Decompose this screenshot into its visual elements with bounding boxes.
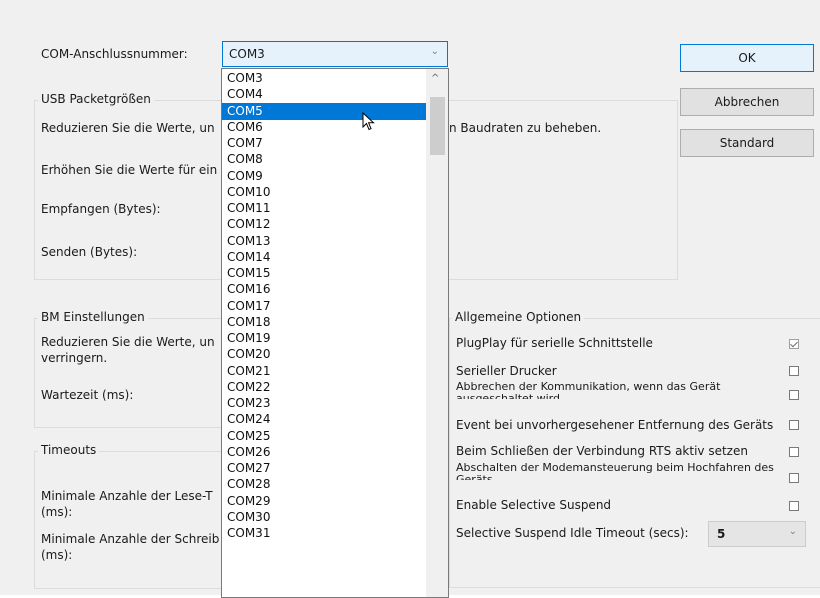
option-surprise-removal-label: Event bei unvorhergesehener Entfernung d… xyxy=(456,418,774,432)
mouse-pointer-icon xyxy=(362,112,375,131)
option-disable-modem-checkbox[interactable] xyxy=(789,473,799,483)
option-rts-on-close-checkbox[interactable] xyxy=(789,447,799,457)
write-timeout-label-2: (ms): xyxy=(41,548,73,562)
dropdown-scrollbar[interactable]: ^ xyxy=(426,69,448,597)
send-label: Senden (Bytes): xyxy=(41,245,138,259)
ok-button[interactable]: OK xyxy=(680,44,814,72)
com-port-option[interactable]: COM24 xyxy=(222,411,426,428)
option-rts-on-close-label: Beim Schließen der Verbindung RTS aktiv … xyxy=(456,444,748,458)
read-timeout-label-2: (ms): xyxy=(41,505,73,519)
com-port-option[interactable]: COM31 xyxy=(222,525,426,542)
com-port-combobox[interactable]: COM3 ⌄ xyxy=(222,41,448,67)
com-port-option[interactable]: COM27 xyxy=(222,460,426,477)
defaults-button[interactable]: Standard xyxy=(680,129,814,157)
com-port-option[interactable]: COM11 xyxy=(222,200,426,217)
com-port-option[interactable]: COM19 xyxy=(222,330,426,347)
option-plugplay-checkbox[interactable] xyxy=(789,339,799,349)
timeouts-group xyxy=(34,451,224,589)
com-port-option[interactable]: COM15 xyxy=(222,265,426,282)
scroll-up-icon[interactable]: ^ xyxy=(431,73,439,84)
option-disable-modem-label: Abschalten der Modemansteuerung beim Hoc… xyxy=(456,462,774,480)
option-selective-suspend-label: Enable Selective Suspend xyxy=(456,498,612,512)
receive-label: Empfangen (Bytes): xyxy=(41,202,161,216)
com-port-option[interactable]: COM3 xyxy=(222,70,426,87)
idle-timeout-label: Selective Suspend Idle Timeout (secs): xyxy=(456,526,689,540)
com-port-option[interactable]: COM22 xyxy=(222,379,426,396)
option-surprise-removal-checkbox[interactable] xyxy=(789,420,799,430)
com-port-option[interactable]: COM7 xyxy=(222,135,426,152)
com-port-option[interactable]: COM25 xyxy=(222,428,426,445)
idle-timeout-value: 5 xyxy=(717,527,726,541)
option-cancel-on-poweroff-checkbox[interactable] xyxy=(789,390,799,400)
com-port-option[interactable]: COM5 xyxy=(222,102,426,120)
com-port-option[interactable]: COM29 xyxy=(222,493,426,510)
com-port-option[interactable]: COM28 xyxy=(222,476,426,493)
bm-description-1: Reduzieren Sie die Werte, un xyxy=(41,335,215,349)
com-port-option[interactable]: COM26 xyxy=(222,444,426,461)
com-port-option[interactable]: COM21 xyxy=(222,363,426,380)
bm-description-2: verringern. xyxy=(41,351,108,365)
scroll-thumb[interactable] xyxy=(430,97,445,155)
option-serial-printer-checkbox[interactable] xyxy=(789,366,799,376)
chevron-down-icon: ⌄ xyxy=(788,526,797,537)
com-port-value: COM3 xyxy=(229,47,265,61)
com-port-option[interactable]: COM18 xyxy=(222,314,426,331)
com-port-option[interactable]: COM4 xyxy=(222,86,426,103)
general-options-title: Allgemeine Optionen xyxy=(452,310,585,324)
usb-description-1-tail: n Baudraten zu beheben. xyxy=(449,121,602,135)
com-port-option[interactable]: COM13 xyxy=(222,233,426,250)
com-port-option[interactable]: COM8 xyxy=(222,151,426,168)
idle-timeout-select[interactable]: 5 ⌄ xyxy=(708,521,806,547)
option-cancel-on-poweroff-label: Abbrechen der Kommunikation, wenn das Ge… xyxy=(456,381,721,399)
com-port-option[interactable]: COM23 xyxy=(222,395,426,412)
usb-description-1: Reduzieren Sie die Werte, un xyxy=(41,121,215,135)
com-port-option[interactable]: COM30 xyxy=(222,509,426,526)
com-port-option[interactable]: COM9 xyxy=(222,168,426,185)
usb-description-2: Erhöhen Sie die Werte für ein xyxy=(41,163,218,177)
read-timeout-label-1: Minimale Anzahle der Lese-T xyxy=(41,489,213,503)
dialog: COM-Anschlussnummer: COM3 ⌄ OK Abbrechen… xyxy=(0,0,820,598)
chevron-down-icon: ⌄ xyxy=(430,46,439,57)
com-port-dropdown-list[interactable]: ^ COM3 COM4 COM5 COM6 COM7 COM8 COM9 COM10 COM11… xyxy=(221,68,449,598)
latency-label: Wartezeit (ms): xyxy=(41,388,134,402)
com-port-option[interactable]: COM14 xyxy=(222,249,426,266)
com-port-option[interactable]: COM12 xyxy=(222,216,426,233)
usb-group-title: USB Packetgrößen xyxy=(38,92,154,106)
option-selective-suspend-checkbox[interactable] xyxy=(789,501,799,511)
com-port-option[interactable]: COM16 xyxy=(222,281,426,298)
com-port-option[interactable]: COM6 xyxy=(222,119,426,136)
option-plugplay-label: PlugPlay für serielle Schnittstelle xyxy=(456,336,653,350)
com-port-option[interactable]: COM17 xyxy=(222,298,426,315)
timeouts-group-title: Timeouts xyxy=(38,443,100,457)
com-port-option[interactable]: COM10 xyxy=(222,184,426,201)
option-serial-printer-label: Serieller Drucker xyxy=(456,364,557,378)
bm-group-title: BM Einstellungen xyxy=(38,310,148,324)
com-port-option[interactable]: COM20 xyxy=(222,346,426,363)
write-timeout-label-1: Minimale Anzahle der Schreib xyxy=(41,532,220,546)
com-port-label: COM-Anschlussnummer: xyxy=(41,47,188,61)
cancel-button[interactable]: Abbrechen xyxy=(680,88,814,116)
